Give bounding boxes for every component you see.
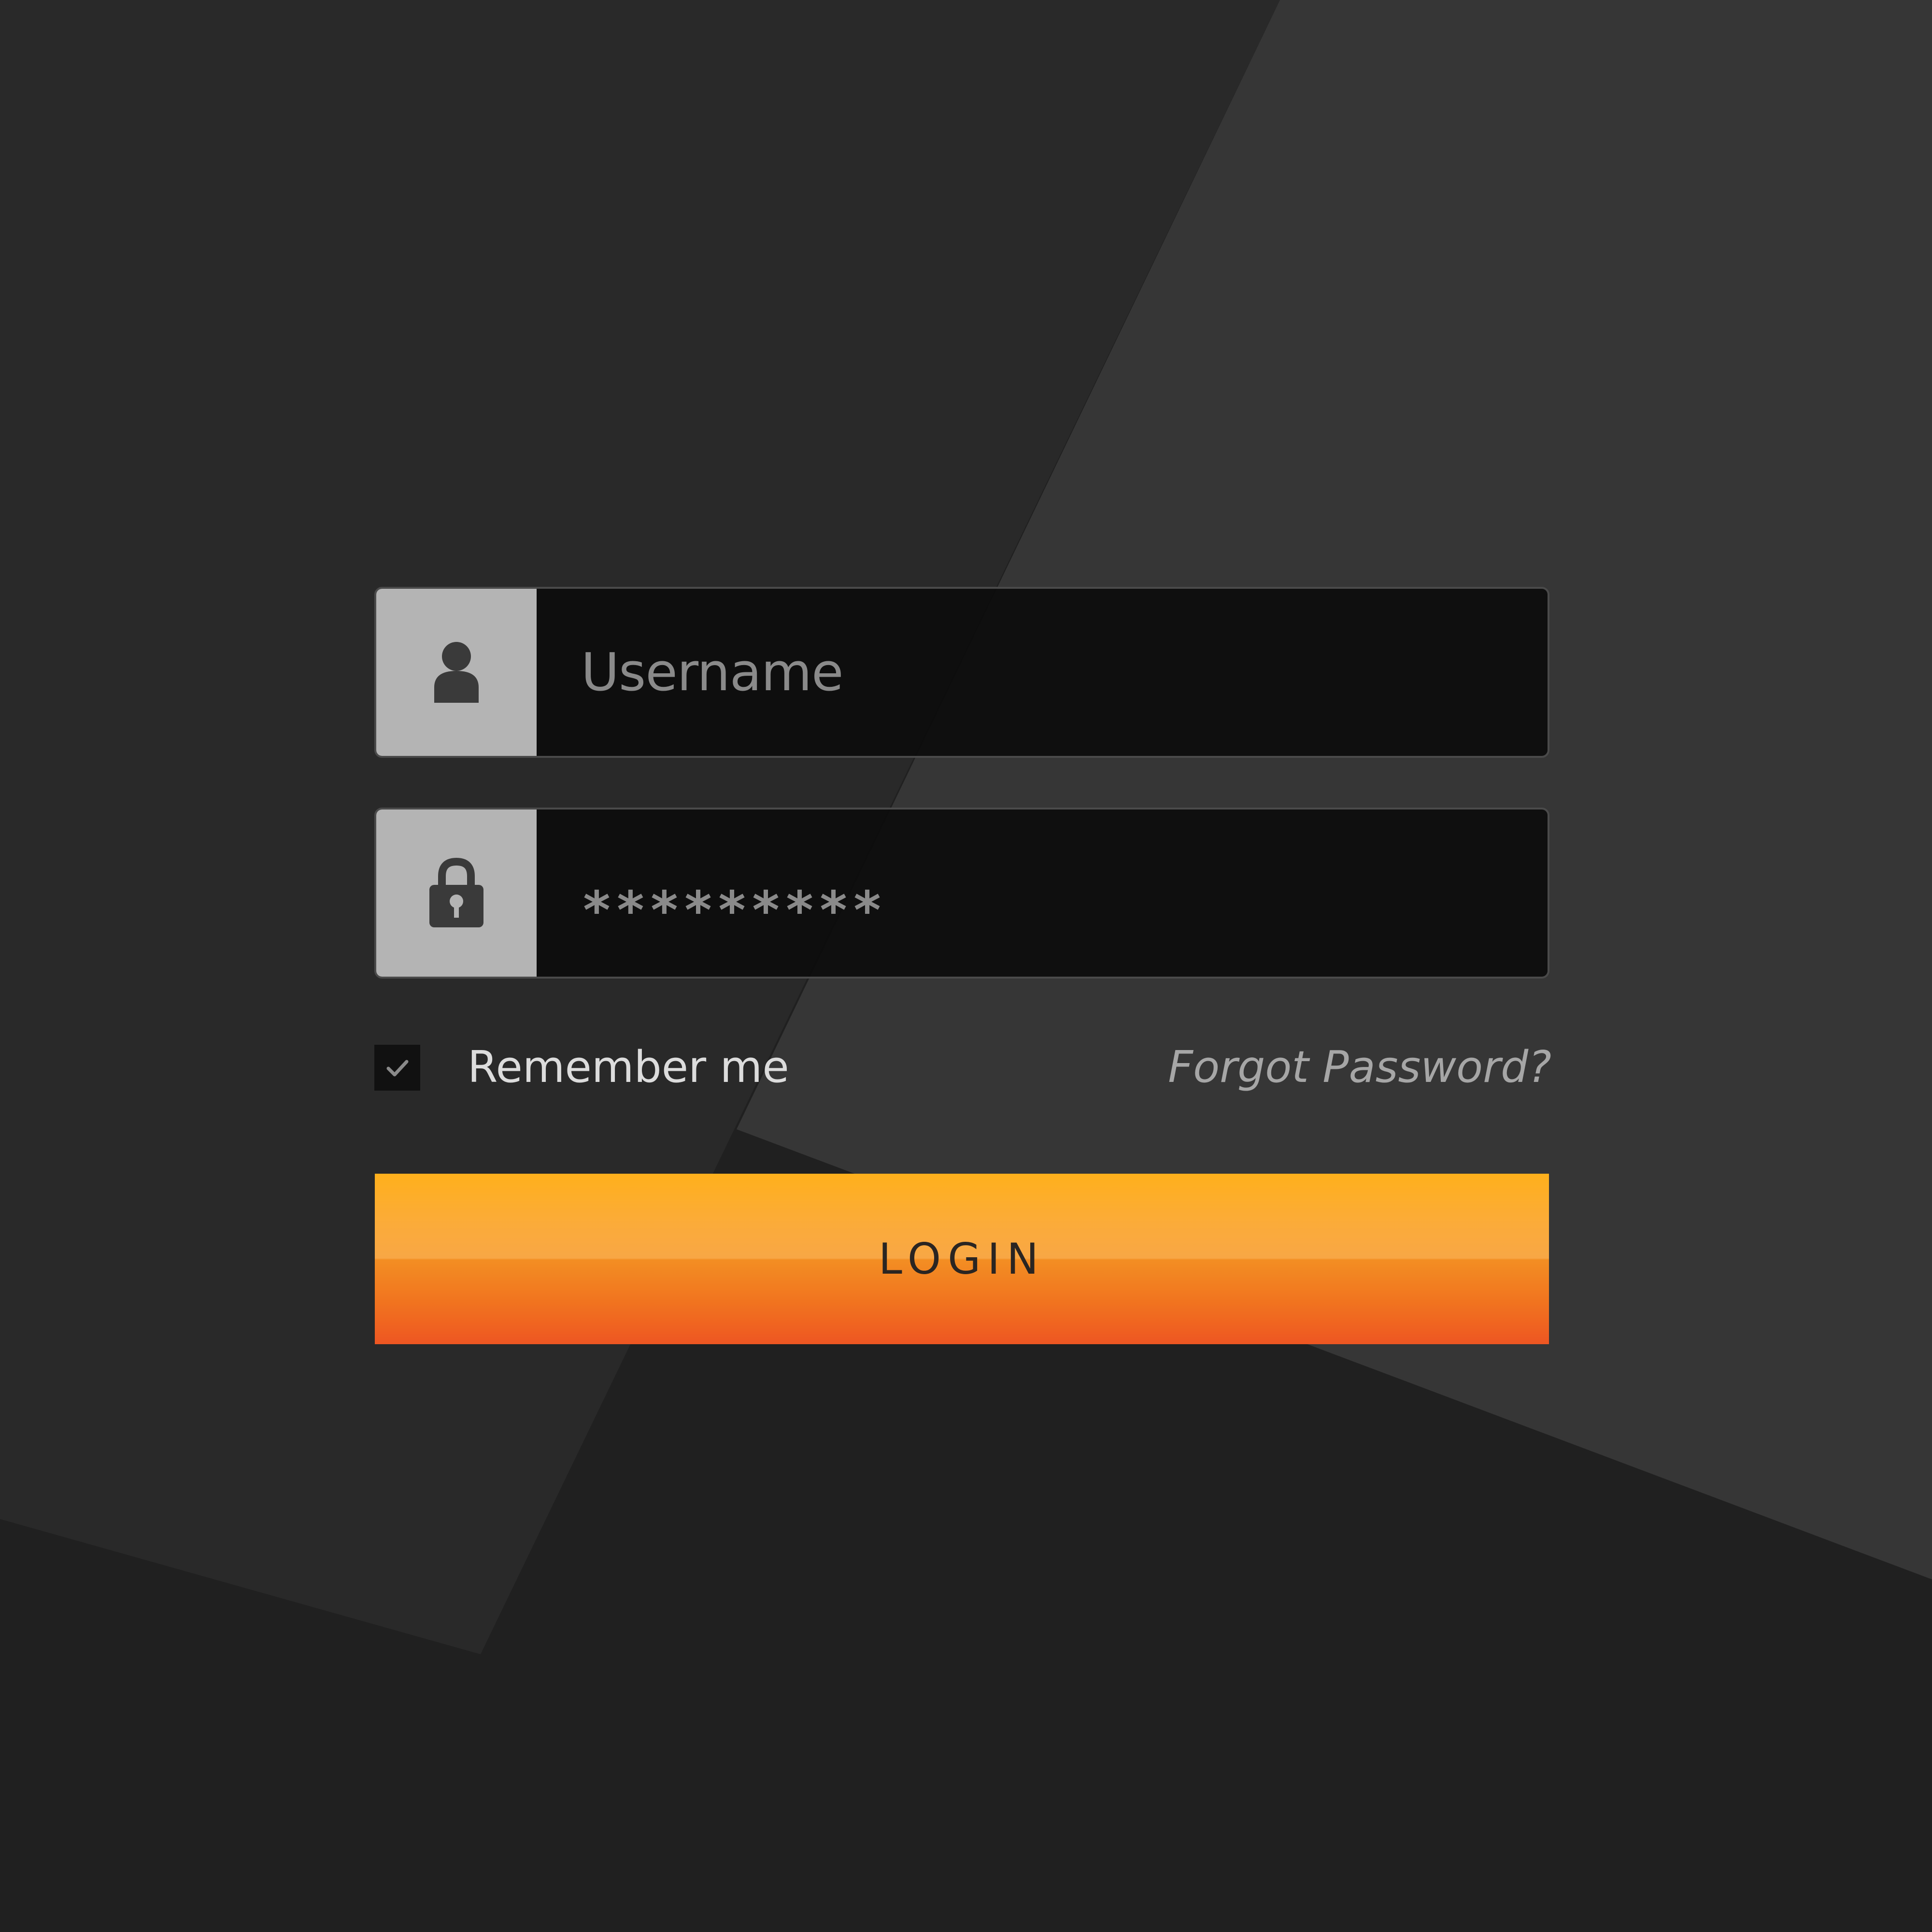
username-icon-box	[376, 589, 537, 756]
username-input[interactable]	[537, 589, 1548, 756]
remember-me-label: Remember me	[468, 1042, 789, 1093]
login-button[interactable]: LOGIN	[375, 1174, 1549, 1344]
password-icon-box	[376, 810, 537, 977]
password-field: *********	[374, 808, 1549, 979]
checkmark-icon	[386, 1060, 408, 1076]
user-icon	[434, 642, 479, 703]
username-field	[374, 587, 1549, 758]
forgot-password-link[interactable]: Forgot Password?	[1168, 1038, 1551, 1096]
password-mask: *********	[581, 881, 886, 941]
remember-me-checkbox[interactable]	[374, 1045, 420, 1091]
lock-icon	[429, 857, 483, 927]
